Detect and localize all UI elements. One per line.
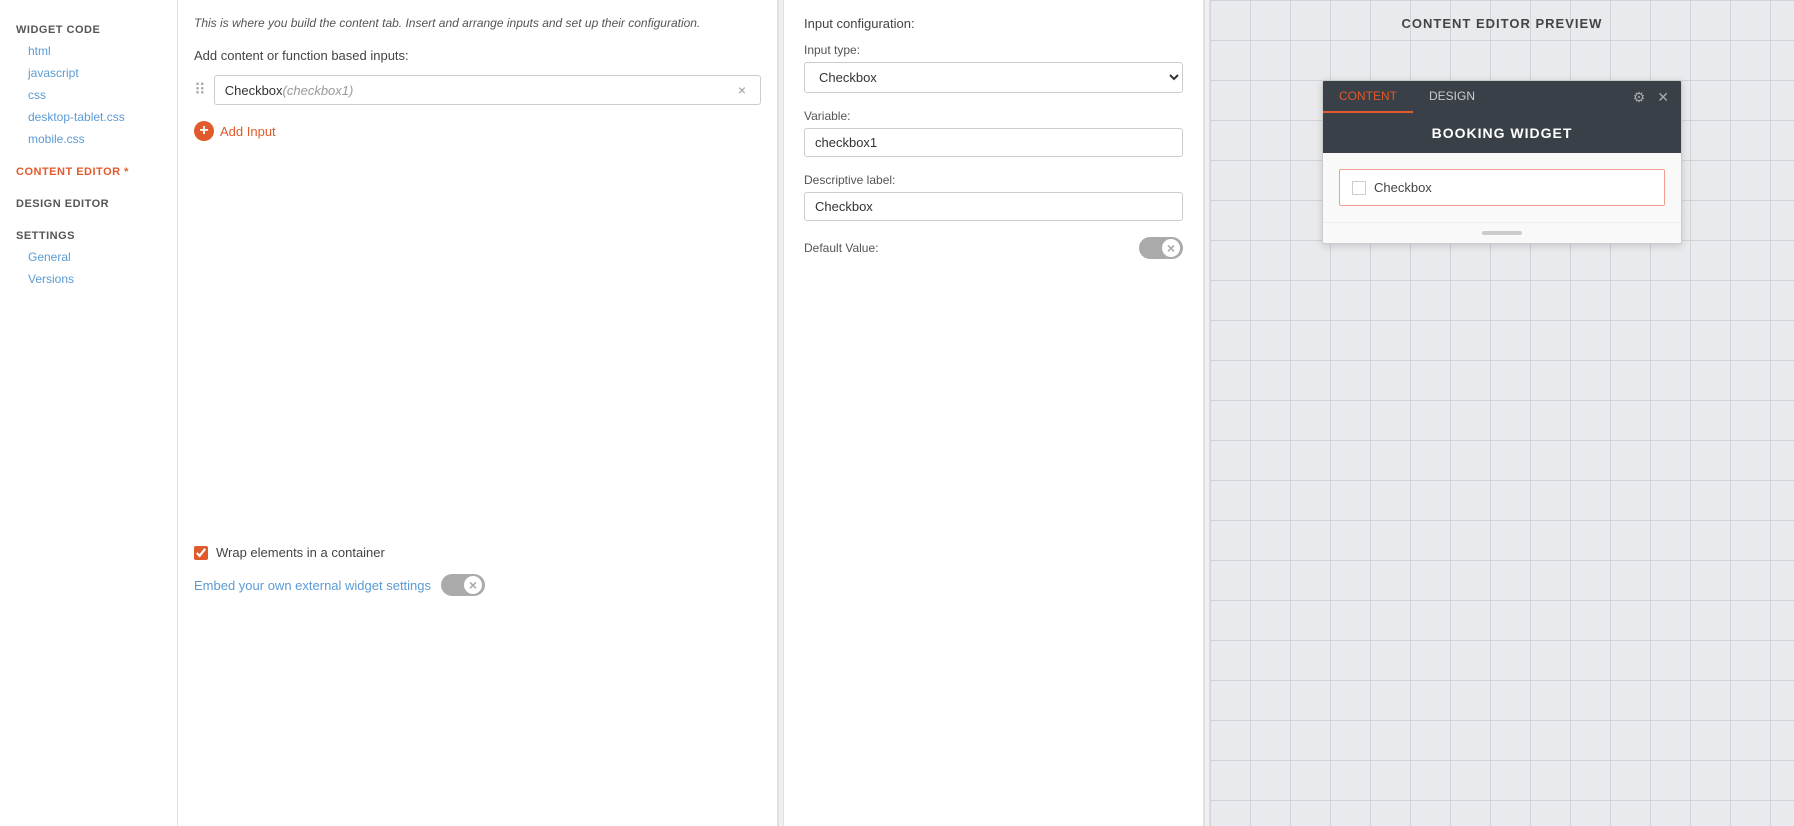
widget-footer-bar (1482, 231, 1522, 235)
sidebar-item-css[interactable]: css (0, 84, 177, 106)
input-var: (checkbox1) (283, 83, 354, 98)
add-input-label: Add Input (220, 124, 276, 139)
default-value-toggle[interactable] (1139, 237, 1183, 259)
input-name: Checkbox (225, 83, 283, 98)
input-field-display[interactable]: Checkbox(checkbox1) × (214, 75, 761, 105)
input-type-group: Input type: Checkbox Text Number Select … (804, 43, 1183, 93)
left-panel-bottom: Wrap elements in a container Embed your … (194, 525, 761, 596)
sidebar-item-javascript[interactable]: javascript (0, 62, 177, 84)
sidebar-section-content-editor[interactable]: CONTENT EDITOR * (0, 158, 177, 182)
descriptive-label-group: Descriptive label: (804, 173, 1183, 221)
widget-checkbox-row: Checkbox (1339, 169, 1665, 206)
widget-tab-design[interactable]: DESIGN (1413, 81, 1491, 113)
descriptive-label-input[interactable] (804, 192, 1183, 221)
embed-label: Embed your own external widget settings (194, 578, 431, 593)
input-field-label: Checkbox(checkbox1) (225, 83, 354, 98)
preview-title: CONTENT EDITOR PREVIEW (1210, 0, 1794, 47)
embed-toggle[interactable] (441, 574, 485, 596)
variable-input[interactable] (804, 128, 1183, 157)
widget-checkbox-label: Checkbox (1374, 180, 1432, 195)
content-area: This is where you build the content tab.… (178, 0, 1794, 826)
add-icon: + (194, 121, 214, 141)
wrap-elements-row: Wrap elements in a container (194, 545, 761, 560)
sidebar-section-widget-code: WIDGET CODE (0, 16, 177, 40)
wrap-elements-checkbox[interactable] (194, 546, 208, 560)
sidebar-item-desktop-tablet-css[interactable]: desktop-tablet.css (0, 106, 177, 128)
preview-area: CONTENT EDITOR PREVIEW CONTENT DESIGN ⚙ … (1210, 0, 1794, 826)
sidebar-item-general[interactable]: General (0, 246, 177, 268)
panel-description: This is where you build the content tab.… (194, 16, 761, 30)
sidebar-item-html[interactable]: html (0, 40, 177, 62)
drag-handle-icon[interactable]: ⠿ (194, 80, 206, 100)
sidebar-section-settings: SETTINGS (0, 222, 177, 246)
widget-tab-content[interactable]: CONTENT (1323, 81, 1413, 113)
wrap-elements-label: Wrap elements in a container (216, 545, 385, 560)
widget-card-title: BOOKING WIDGET (1323, 113, 1681, 153)
right-panel: Input configuration: Input type: Checkbo… (784, 0, 1204, 826)
input-item-row: ⠿ Checkbox(checkbox1) × (194, 75, 761, 105)
embed-row: Embed your own external widget settings (194, 574, 761, 596)
default-value-group: Default Value: (804, 237, 1183, 259)
widget-card: CONTENT DESIGN ⚙ ✕ BOOKING WIDGET Checkb… (1322, 80, 1682, 244)
descriptive-label-label: Descriptive label: (804, 173, 1183, 187)
sidebar-item-mobile-css[interactable]: mobile.css (0, 128, 177, 150)
variable-group: Variable: (804, 109, 1183, 157)
main-area: This is where you build the content tab.… (178, 0, 1794, 826)
input-type-label: Input type: (804, 43, 1183, 57)
widget-header-icons: ⚙ ✕ (1631, 87, 1681, 108)
config-title: Input configuration: (804, 16, 1183, 31)
sidebar-item-versions[interactable]: Versions (0, 268, 177, 290)
widget-close-button[interactable]: ✕ (1655, 87, 1671, 108)
left-panel-title: Add content or function based inputs: (194, 48, 761, 63)
add-input-button[interactable]: + Add Input (194, 117, 276, 145)
widget-checkbox[interactable] (1352, 181, 1366, 195)
remove-input-button[interactable]: × (734, 82, 750, 98)
widget-gear-button[interactable]: ⚙ (1631, 87, 1648, 108)
sidebar: WIDGET CODE html javascript css desktop-… (0, 0, 178, 826)
widget-card-header: CONTENT DESIGN ⚙ ✕ (1323, 81, 1681, 113)
left-panel: This is where you build the content tab.… (178, 0, 778, 826)
sidebar-section-design-editor[interactable]: DESIGN EDITOR (0, 190, 177, 214)
widget-card-body: Checkbox (1323, 153, 1681, 222)
widget-card-footer (1323, 222, 1681, 243)
input-type-select[interactable]: Checkbox Text Number Select Radio Textar… (804, 62, 1183, 93)
default-value-label: Default Value: (804, 241, 879, 255)
variable-label: Variable: (804, 109, 1183, 123)
